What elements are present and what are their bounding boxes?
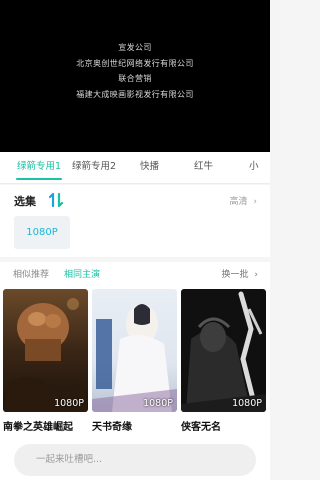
movie-poster[interactable]: 1080P [181, 289, 266, 412]
movie-title: 侠客无名 [181, 422, 221, 433]
sort-icon[interactable] [49, 192, 63, 208]
tab-similar[interactable]: 相似推荐 [13, 267, 49, 280]
credit-line: 联合营销 [118, 74, 152, 83]
credit-line: 宣发公司 [118, 43, 152, 52]
credit-line: 北京奥创世纪网络发行有限公司 [76, 58, 194, 68]
refresh-label: 换一批 [221, 270, 249, 280]
movie-card[interactable]: 1080P 侠客无名 [181, 289, 266, 433]
quality-label: 高清 [229, 197, 248, 207]
tab-source-2[interactable]: 绿箭专用2 [72, 152, 116, 184]
credit-line: 福建大成映画影视发行有限公司 [76, 89, 194, 99]
tab-kuaibo[interactable]: 快播 [140, 152, 159, 184]
episode-panel: 选集 高清 › 1080P [0, 185, 270, 257]
comment-input[interactable]: 一起来吐槽吧... [14, 444, 256, 476]
movie-title: 天书奇缘 [92, 422, 132, 433]
quality-badge: 1080P [143, 398, 173, 409]
episode-button[interactable]: 1080P [14, 216, 70, 249]
quality-selector[interactable]: 高清 › [230, 194, 258, 207]
comment-bar: 一起来吐槽吧... [0, 440, 270, 480]
tab-same-cast[interactable]: 相同主演 [64, 267, 100, 280]
tab-xiao[interactable]: 小 [249, 152, 259, 184]
tab-hongniu[interactable]: 红牛 [194, 152, 213, 184]
movie-card[interactable]: 1080P 天书奇缘 [92, 289, 177, 433]
episode-title: 选集 [14, 195, 36, 208]
movie-poster[interactable]: 1080P [92, 289, 177, 412]
poster-image-fist [3, 289, 88, 412]
video-player[interactable]: 宣发公司 北京奥创世纪网络发行有限公司 联合营销 福建大成映画影视发行有限公司 [0, 0, 270, 152]
video-credits: 宣发公司 北京奥创世纪网络发行有限公司 联合营销 福建大成映画影视发行有限公司 [76, 40, 194, 102]
movie-card[interactable]: 1080P 南拳之英雄崛起 [3, 289, 88, 433]
movie-title: 南拳之英雄崛起 [3, 422, 73, 433]
chevron-right-icon: › [254, 270, 258, 280]
movie-poster[interactable]: 1080P [3, 289, 88, 412]
poster-image-heavenly-book [92, 289, 177, 412]
quality-badge: 1080P [232, 398, 262, 409]
recommend-list: 1080P 南拳之英雄崛起 1080P 天书奇缘 1080P 侠客无名 [0, 286, 270, 440]
quality-badge: 1080P [54, 398, 84, 409]
active-tab-indicator [16, 178, 62, 180]
chevron-right-icon: › [253, 197, 257, 207]
recommend-header: 相似推荐 相同主演 换一批 › [0, 262, 270, 286]
poster-image-swordsman [181, 289, 266, 412]
refresh-button[interactable]: 换一批 › [222, 267, 259, 280]
